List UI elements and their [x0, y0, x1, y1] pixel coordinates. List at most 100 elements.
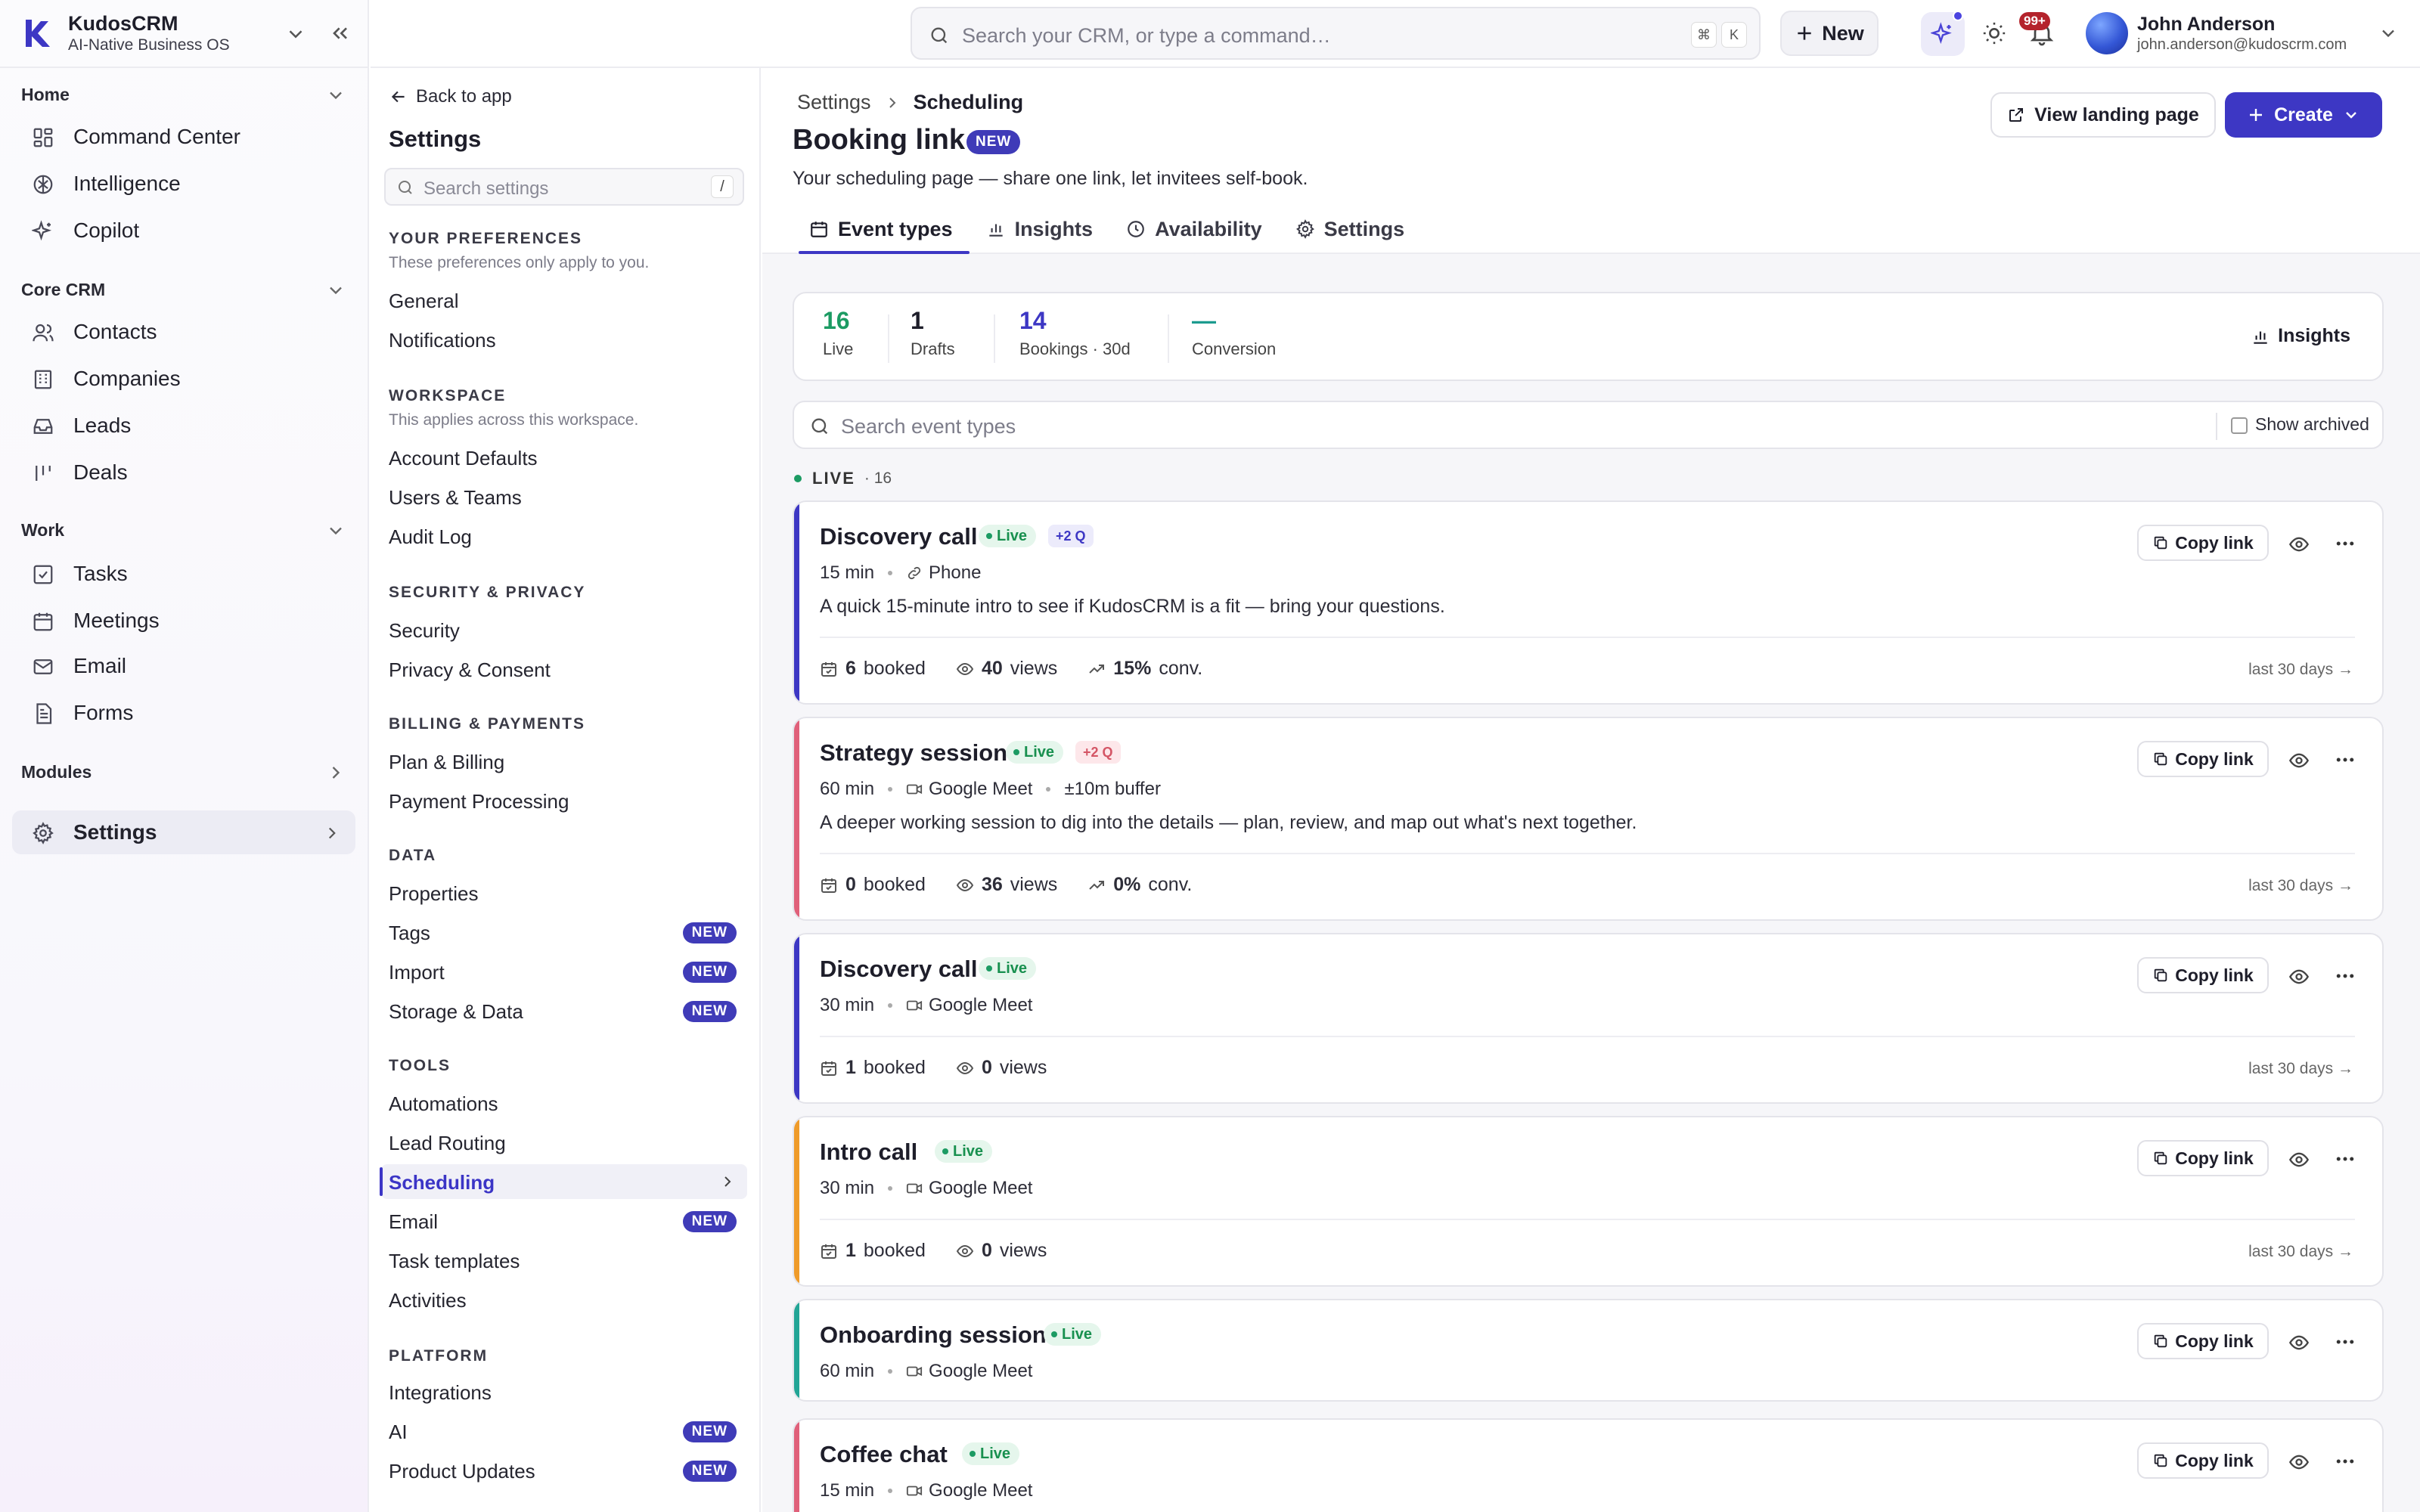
- brand-header[interactable]: KudosCRM AI-Native Business OS: [0, 0, 368, 68]
- more-options-icon[interactable]: [2334, 748, 2356, 771]
- settings-item-audit-log[interactable]: Audit Log: [381, 519, 747, 553]
- nav-item-tasks[interactable]: Tasks: [12, 552, 355, 596]
- preview-eye-icon[interactable]: [2288, 750, 2310, 771]
- event-card[interactable]: Discovery call Live 30 min Google Meet 1…: [793, 933, 2384, 1104]
- settings-item-plan-billing[interactable]: Plan & Billing: [381, 744, 747, 779]
- copy-link-button[interactable]: Copy link: [2137, 741, 2269, 777]
- event-title[interactable]: Coffee chat: [820, 1441, 948, 1468]
- last-30-days-link[interactable]: last 30 days →: [2248, 877, 2353, 895]
- settings-item-privacy-consent[interactable]: Privacy & Consent: [381, 652, 747, 686]
- nav-item-forms[interactable]: Forms: [12, 691, 355, 735]
- nav-item-companies[interactable]: Companies: [12, 357, 355, 401]
- collapse-sidebar-icon[interactable]: [328, 21, 352, 45]
- event-title[interactable]: Onboarding session: [820, 1321, 1047, 1349]
- new-button[interactable]: New: [1780, 11, 1879, 56]
- preview-eye-icon[interactable]: [2288, 1332, 2310, 1353]
- preview-eye-icon[interactable]: [2288, 1452, 2310, 1473]
- event-card[interactable]: Strategy session Live +2 Q 60 min Google…: [793, 717, 2384, 921]
- nav-item-command-center[interactable]: Command Center: [12, 115, 355, 159]
- event-card[interactable]: Onboarding session Live 60 min Google Me…: [793, 1299, 2384, 1402]
- event-card[interactable]: Intro call Live 30 min Google Meet 1 book…: [793, 1116, 2384, 1287]
- user-name[interactable]: John Anderson: [2137, 14, 2275, 36]
- nav-item-intelligence[interactable]: Intelligence: [12, 162, 355, 206]
- settings-item-tags[interactable]: Tags NEW: [381, 915, 747, 950]
- nav-item-settings[interactable]: Settings: [12, 810, 355, 854]
- copy-link-button[interactable]: Copy link: [2137, 1323, 2269, 1359]
- preview-eye-icon[interactable]: [2288, 1149, 2310, 1170]
- copy-link-button[interactable]: Copy link: [2137, 1140, 2269, 1176]
- chevron-down-icon[interactable]: [325, 280, 346, 301]
- nav-group-home[interactable]: Home: [21, 85, 70, 105]
- last-30-days-link[interactable]: last 30 days →: [2248, 661, 2353, 679]
- nav-group-work[interactable]: Work: [21, 520, 64, 541]
- settings-item-import[interactable]: Import NEW: [381, 954, 747, 989]
- settings-item-automations[interactable]: Automations: [381, 1086, 747, 1120]
- back-to-app-link[interactable]: Back to app: [389, 86, 512, 107]
- preview-eye-icon[interactable]: [2288, 534, 2310, 555]
- settings-item-users-teams[interactable]: Users & Teams: [381, 479, 747, 514]
- nav-item-meetings[interactable]: Meetings: [12, 599, 355, 643]
- settings-item-notifications[interactable]: Notifications: [381, 322, 747, 357]
- show-archived-label[interactable]: Show archived: [2255, 414, 2369, 435]
- event-title[interactable]: Intro call: [820, 1139, 917, 1166]
- event-types-search-input[interactable]: Search event types Show archived: [793, 401, 2384, 449]
- settings-item-properties[interactable]: Properties: [381, 875, 747, 910]
- settings-item-account-defaults[interactable]: Account Defaults: [381, 440, 747, 475]
- event-title[interactable]: Strategy session: [820, 739, 1007, 767]
- settings-search-input[interactable]: Search settings /: [384, 168, 744, 206]
- settings-item-payment-processing[interactable]: Payment Processing: [381, 783, 747, 818]
- copy-link-button[interactable]: Copy link: [2137, 1442, 2269, 1479]
- preview-eye-icon[interactable]: [2288, 966, 2310, 987]
- show-archived-checkbox[interactable]: [2231, 417, 2248, 434]
- nav-item-contacts[interactable]: Contacts: [12, 310, 355, 354]
- settings-item-activities[interactable]: Activities: [381, 1282, 747, 1317]
- settings-item-lead-routing[interactable]: Lead Routing: [381, 1125, 747, 1160]
- tab-insights[interactable]: Insights: [970, 204, 1110, 254]
- event-card[interactable]: Coffee chat Live 15 min Google Meet Copy…: [793, 1418, 2384, 1512]
- nav-item-email[interactable]: Email: [12, 644, 355, 688]
- chevron-down-icon[interactable]: [325, 85, 346, 106]
- settings-item-ai[interactable]: AI NEW: [381, 1414, 747, 1448]
- copy-link-button[interactable]: Copy link: [2137, 957, 2269, 993]
- settings-item-email[interactable]: Email NEW: [381, 1204, 747, 1238]
- more-options-icon[interactable]: [2334, 1450, 2356, 1473]
- more-options-icon[interactable]: [2334, 1331, 2356, 1353]
- last-30-days-link[interactable]: last 30 days →: [2248, 1060, 2353, 1078]
- settings-item-storage-data[interactable]: Storage & Data NEW: [381, 993, 747, 1028]
- more-options-icon[interactable]: [2334, 532, 2356, 555]
- nav-item-copilot[interactable]: Copilot: [12, 209, 355, 253]
- tab-event-types[interactable]: Event types: [793, 204, 970, 254]
- more-options-icon[interactable]: [2334, 1148, 2356, 1170]
- event-title[interactable]: Discovery call: [820, 956, 978, 983]
- more-options-icon[interactable]: [2334, 965, 2356, 987]
- settings-item-task-templates[interactable]: Task templates: [381, 1243, 747, 1278]
- settings-item-product-updates[interactable]: Product Updates NEW: [381, 1453, 747, 1488]
- event-duration: 15 min: [820, 562, 875, 583]
- view-landing-page-button[interactable]: View landing page: [1990, 92, 2216, 138]
- insights-link[interactable]: Insights: [2251, 325, 2350, 347]
- theme-toggle-icon[interactable]: [1981, 20, 2007, 46]
- settings-item-integrations[interactable]: Integrations: [381, 1374, 747, 1409]
- event-card[interactable]: Discovery call Live +2 Q 15 min Phone A …: [793, 500, 2384, 705]
- nav-item-leads[interactable]: Leads: [12, 404, 355, 448]
- breadcrumb-settings[interactable]: Settings: [797, 91, 871, 114]
- settings-item-general[interactable]: General: [381, 283, 747, 318]
- chevron-down-icon[interactable]: [2378, 23, 2399, 44]
- settings-item-scheduling[interactable]: Scheduling: [380, 1164, 747, 1199]
- tab-settings[interactable]: Settings: [1279, 204, 1422, 254]
- nav-group-modules[interactable]: Modules: [21, 762, 92, 782]
- event-title[interactable]: Discovery call: [820, 523, 978, 550]
- chevron-down-icon[interactable]: [325, 520, 346, 541]
- chevron-down-icon[interactable]: [284, 23, 307, 45]
- nav-item-label: Command Center: [73, 125, 240, 148]
- copy-link-button[interactable]: Copy link: [2137, 525, 2269, 561]
- avatar[interactable]: [2086, 12, 2128, 54]
- create-button[interactable]: Create: [2225, 92, 2382, 138]
- tab-availability[interactable]: Availability: [1109, 204, 1279, 254]
- chevron-right-icon[interactable]: [325, 762, 346, 783]
- nav-group-core-crm[interactable]: Core CRM: [21, 280, 105, 300]
- global-search-input[interactable]: Search your CRM, or type a command… ⌘ K: [911, 7, 1761, 60]
- nav-item-deals[interactable]: Deals: [12, 451, 355, 494]
- last-30-days-link[interactable]: last 30 days →: [2248, 1243, 2353, 1261]
- settings-item-security[interactable]: Security: [381, 612, 747, 647]
